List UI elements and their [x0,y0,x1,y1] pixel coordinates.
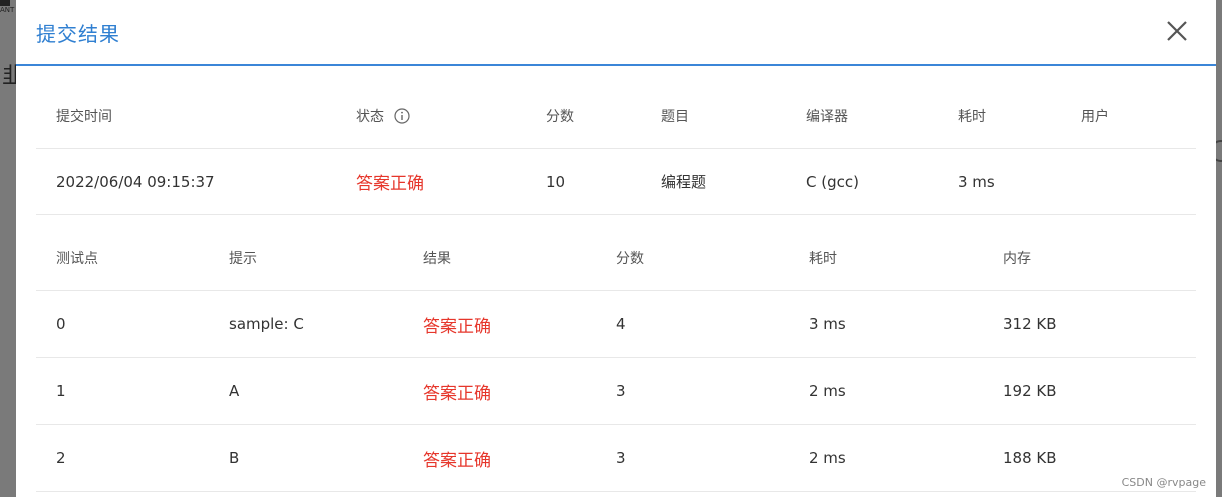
close-icon [1167,21,1187,41]
testcase-result: 答案正确 [423,316,491,337]
close-button[interactable] [1162,16,1192,46]
submission-duration: 3 ms [958,172,995,191]
column-header-hint: 提示 [229,251,257,267]
submission-problem[interactable]: 编程题 [661,149,806,215]
column-header-duration: 耗时 [958,109,986,125]
testcase-id: 2 [56,449,66,467]
dialog-title: 提交结果 [36,22,120,46]
background-logo-text: ANT [0,6,15,14]
column-header-compiler: 编译器 [806,109,848,125]
column-header-memory: 内存 [1003,251,1031,267]
testcase-header-row: 测试点 提示 结果 分数 耗时 内存 [36,226,1196,291]
submission-score: 10 [546,172,566,191]
submission-summary-table: 提交时间 状态 分数 题目 编译器 耗时 用户 2022/06/04 09:15… [36,84,1196,215]
summary-row: 2022/06/04 09:15:37 答案正确 10 编程题 C (gcc) … [36,149,1196,215]
testcase-result: 答案正确 [423,383,491,404]
testcase-hint: A [229,382,240,400]
testcase-table: 测试点 提示 结果 分数 耗时 内存 0 sample: C 答案正确 4 3 … [36,226,1196,492]
column-header-testcase-score: 分数 [616,251,644,267]
submission-compiler: C (gcc) [806,172,859,191]
testcase-score: 3 [616,382,626,400]
table-row: 0 sample: C 答案正确 4 3 ms 312 KB [36,291,1196,358]
submission-result-dialog: 提交结果 提交时间 状态 分数 题目 编译器 耗时 用户 2022/06/04 … [16,0,1216,497]
table-row: 1 A 答案正确 3 2 ms 192 KB [36,358,1196,425]
testcase-result: 答案正确 [423,450,491,471]
column-header-score: 分数 [546,109,574,125]
summary-header-row: 提交时间 状态 分数 题目 编译器 耗时 用户 [36,84,1196,149]
column-header-problem: 题目 [661,109,689,125]
column-header-user: 用户 [1081,109,1109,125]
info-icon[interactable] [394,108,411,124]
testcase-hint: B [229,449,240,467]
testcase-id: 1 [56,382,66,400]
testcase-id: 0 [56,315,66,333]
column-header-testcase: 测试点 [56,251,98,267]
testcase-duration: 3 ms [809,315,846,333]
testcase-memory: 192 KB [1003,382,1057,400]
column-header-result: 结果 [423,251,451,267]
testcase-hint: sample: C [229,315,304,333]
testcase-memory: 312 KB [1003,315,1057,333]
watermark: CSDN @rvpage [1121,476,1206,489]
testcase-score: 3 [616,449,626,467]
column-header-testcase-duration: 耗时 [809,251,837,267]
testcase-duration: 2 ms [809,382,846,400]
column-header-status-label: 状态 [356,109,384,125]
testcase-score: 4 [616,315,626,333]
table-row: 2 B 答案正确 3 2 ms 188 KB [36,425,1196,492]
submission-time: 2022/06/04 09:15:37 [56,172,215,191]
submission-status: 答案正确 [356,174,424,194]
dialog-header: 提交结果 [16,0,1216,66]
column-header-time: 提交时间 [56,109,112,125]
submission-user[interactable] [1081,149,1196,215]
column-header-status: 状态 [356,84,546,149]
testcase-duration: 2 ms [809,449,846,467]
